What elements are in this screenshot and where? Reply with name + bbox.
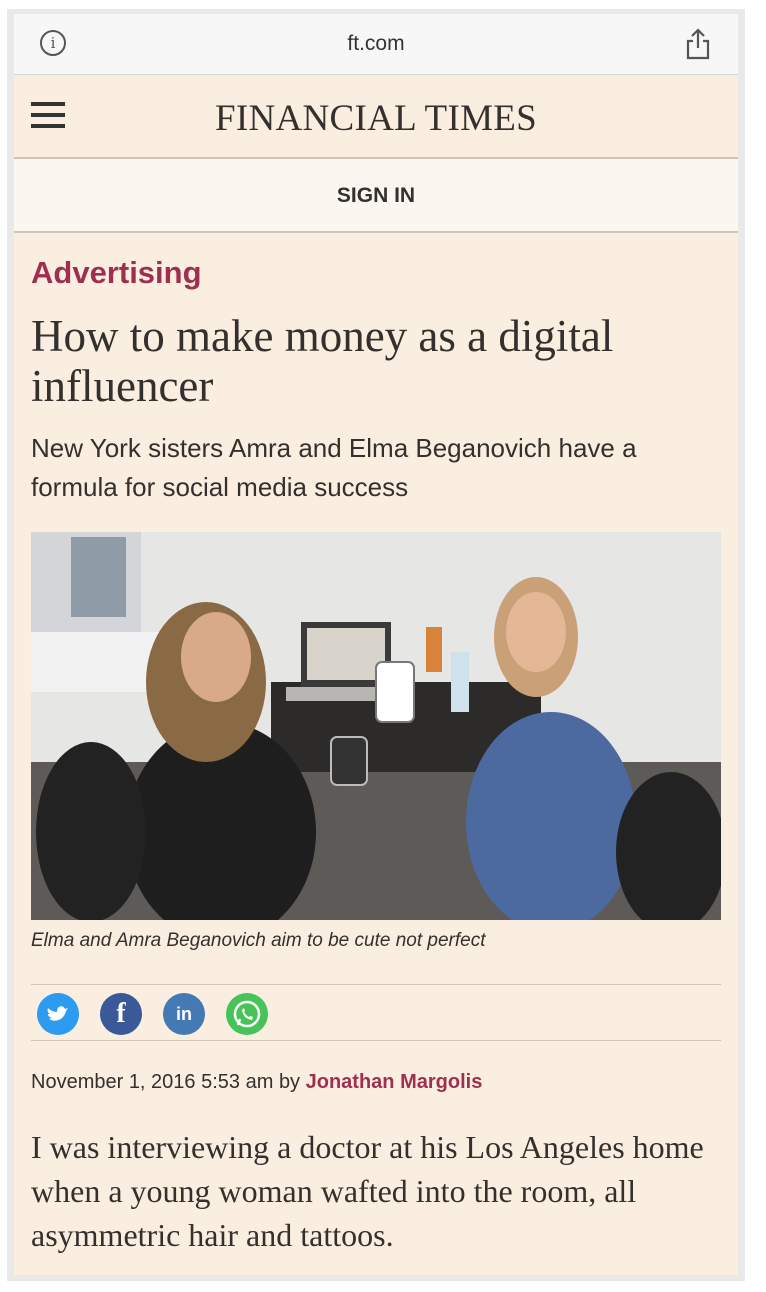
article-standfirst: New York sisters Amra and Elma Beganovic… — [31, 433, 637, 502]
article-body: I was interviewing a doctor at his Los A… — [31, 1129, 704, 1253]
byline-by: by — [278, 1071, 301, 1093]
author-link[interactable]: Jonathan Margolis — [306, 1071, 483, 1093]
article-photo — [31, 532, 721, 920]
url-text[interactable]: ft.com — [14, 32, 738, 56]
share-icon[interactable] — [684, 28, 712, 60]
url-bar[interactable]: i ft.com — [14, 14, 738, 75]
article-headline: How to make money as a digital influence… — [31, 311, 614, 411]
ft-logo[interactable]: FINANCIAL TIMES — [14, 97, 738, 140]
facebook-icon[interactable]: f — [100, 993, 142, 1035]
divider — [31, 984, 721, 985]
whatsapp-icon[interactable] — [226, 993, 268, 1035]
article-page: FINANCIAL TIMES SIGN IN Advertising How … — [14, 75, 738, 1275]
sign-in-link[interactable]: SIGN IN — [14, 184, 738, 208]
byline: November 1, 2016 5:53 am by Jonathan Mar… — [31, 1071, 482, 1094]
sign-in-bar: SIGN IN — [14, 159, 738, 233]
masthead: FINANCIAL TIMES — [14, 75, 738, 159]
linkedin-icon[interactable]: in — [163, 993, 205, 1035]
twitter-icon[interactable] — [37, 993, 79, 1035]
publish-date: November 1, 2016 5:53 am — [31, 1071, 274, 1093]
topic-link[interactable]: Advertising — [31, 255, 202, 291]
image-caption: Elma and Amra Beganovich aim to be cute … — [31, 930, 486, 951]
divider — [31, 1040, 721, 1041]
